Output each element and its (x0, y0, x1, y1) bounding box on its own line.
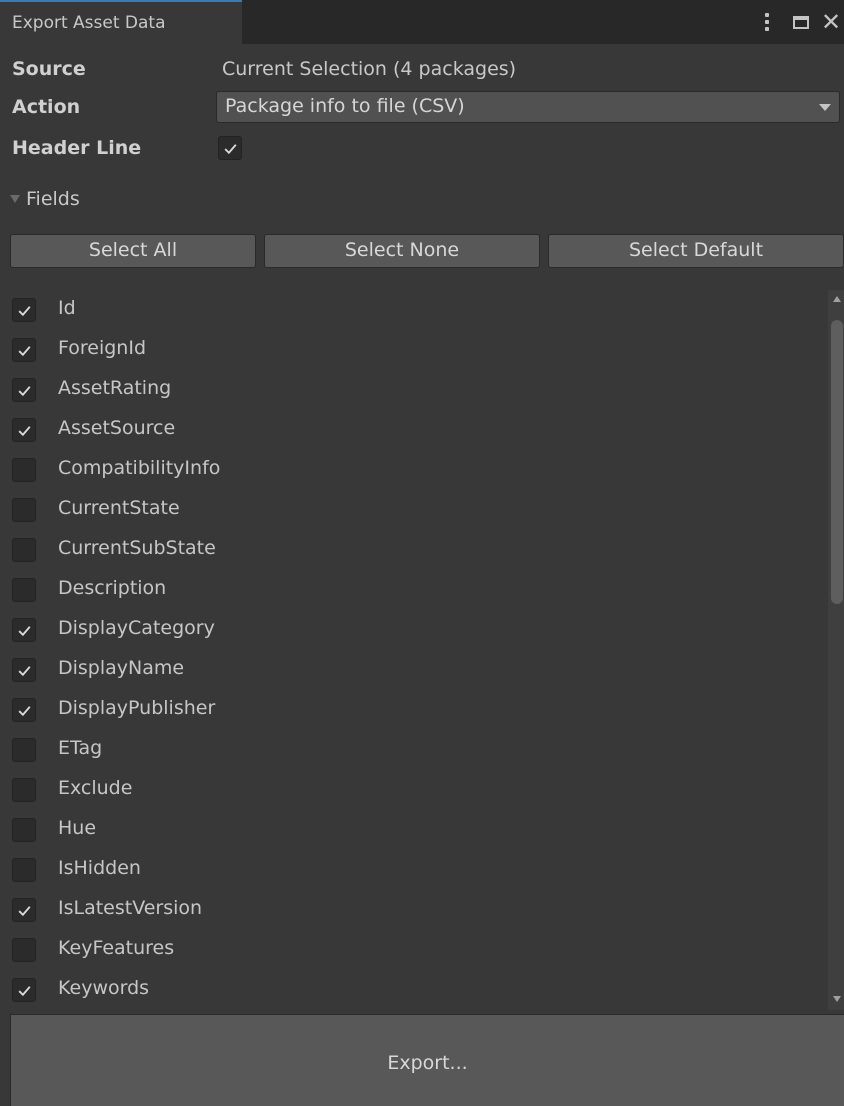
checkmark-icon (18, 345, 31, 356)
field-row: ForeignId (0, 330, 828, 370)
field-label: IsLatestVersion (58, 897, 203, 919)
field-label: DisplayCategory (58, 617, 215, 639)
field-label: ETag (58, 737, 103, 759)
close-icon[interactable]: ✕ (820, 10, 842, 34)
field-row: AssetSource (0, 410, 828, 450)
source-label: Source (12, 58, 86, 80)
field-checkbox[interactable] (12, 618, 36, 642)
field-row: CurrentState (0, 490, 828, 530)
checkmark-icon (18, 305, 31, 316)
field-row: IsHidden (0, 850, 828, 890)
field-checkbox[interactable] (12, 778, 36, 802)
field-checkbox[interactable] (12, 298, 36, 322)
foldout-triangle-icon[interactable] (10, 195, 20, 203)
checkmark-icon (18, 425, 31, 436)
field-row: CurrentSubState (0, 530, 828, 570)
field-checkbox[interactable] (12, 978, 36, 1002)
field-row: Exclude (0, 770, 828, 810)
field-checkbox[interactable] (12, 498, 36, 522)
tab-export-asset-data[interactable]: Export Asset Data (0, 0, 242, 44)
field-checkbox[interactable] (12, 338, 36, 362)
field-checkbox[interactable] (12, 818, 36, 842)
fields-foldout-label[interactable]: Fields (26, 188, 80, 210)
checkmark-icon (18, 385, 31, 396)
fields-list: Id ForeignId AssetRating AssetSource Compati… (0, 290, 828, 1010)
export-asset-data-window: Export Asset Data ✕ Source Current Selec… (0, 0, 844, 1106)
field-row: CompatibilityInfo (0, 450, 828, 490)
field-checkbox[interactable] (12, 898, 36, 922)
action-label: Action (12, 96, 81, 118)
field-row: AssetRating (0, 370, 828, 410)
field-label: KeyFeatures (58, 937, 175, 959)
field-row: Keywords (0, 970, 828, 1010)
header-line-checkbox[interactable] (218, 136, 242, 160)
field-checkbox[interactable] (12, 578, 36, 602)
scroll-up-arrow-icon[interactable] (833, 296, 841, 302)
field-checkbox[interactable] (12, 458, 36, 482)
field-label: AssetRating (58, 377, 172, 399)
field-checkbox[interactable] (12, 418, 36, 442)
dropdown-arrow-icon (819, 104, 831, 111)
field-label: CurrentSubState (58, 537, 216, 559)
field-row: DisplayCategory (0, 610, 828, 650)
field-checkbox[interactable] (12, 378, 36, 402)
field-label: IsHidden (58, 857, 141, 879)
field-label: Description (58, 577, 167, 599)
maximize-icon[interactable] (790, 10, 812, 34)
action-dropdown-value: Package info to file (CSV) (225, 95, 465, 117)
select-default-button[interactable]: Select Default (548, 234, 844, 268)
field-row: DisplayName (0, 650, 828, 690)
field-checkbox[interactable] (12, 658, 36, 682)
field-row: Id (0, 290, 828, 330)
select-all-button[interactable]: Select All (10, 234, 256, 268)
field-row: ETag (0, 730, 828, 770)
field-row: Description (0, 570, 828, 610)
export-button[interactable]: Export... (10, 1014, 844, 1106)
select-none-button[interactable]: Select None (264, 234, 540, 268)
checkmark-icon (18, 625, 31, 636)
checkmark-icon (18, 905, 31, 916)
field-label: DisplayPublisher (58, 697, 216, 719)
field-label: Keywords (58, 977, 150, 999)
checkmark-icon (18, 665, 31, 676)
field-label: Hue (58, 817, 97, 839)
fields-scrollbar[interactable] (828, 290, 844, 1010)
source-value: Current Selection (4 packages) (222, 58, 517, 80)
tab-title: Export Asset Data (12, 13, 166, 33)
field-row: KeyFeatures (0, 930, 828, 970)
tab-bar: Export Asset Data ✕ (0, 0, 844, 44)
field-label: CurrentState (58, 497, 180, 519)
field-checkbox[interactable] (12, 538, 36, 562)
scroll-down-arrow-icon[interactable] (833, 996, 841, 1002)
action-dropdown[interactable]: Package info to file (CSV) (216, 91, 840, 123)
field-label: Id (58, 297, 76, 319)
checkmark-icon (18, 705, 31, 716)
checkmark-icon (224, 143, 237, 154)
scrollbar-thumb[interactable] (831, 320, 843, 604)
kebab-menu-icon[interactable] (760, 10, 774, 34)
field-row: DisplayPublisher (0, 690, 828, 730)
header-line-label: Header Line (12, 137, 142, 159)
field-checkbox[interactable] (12, 738, 36, 762)
field-label: ForeignId (58, 337, 147, 359)
checkmark-icon (18, 985, 31, 996)
field-checkbox[interactable] (12, 938, 36, 962)
field-label: Exclude (58, 777, 133, 799)
field-label: DisplayName (58, 657, 185, 679)
field-checkbox[interactable] (12, 698, 36, 722)
field-checkbox[interactable] (12, 858, 36, 882)
field-label: CompatibilityInfo (58, 457, 221, 479)
field-row: Hue (0, 810, 828, 850)
field-label: AssetSource (58, 417, 176, 439)
field-row: IsLatestVersion (0, 890, 828, 930)
